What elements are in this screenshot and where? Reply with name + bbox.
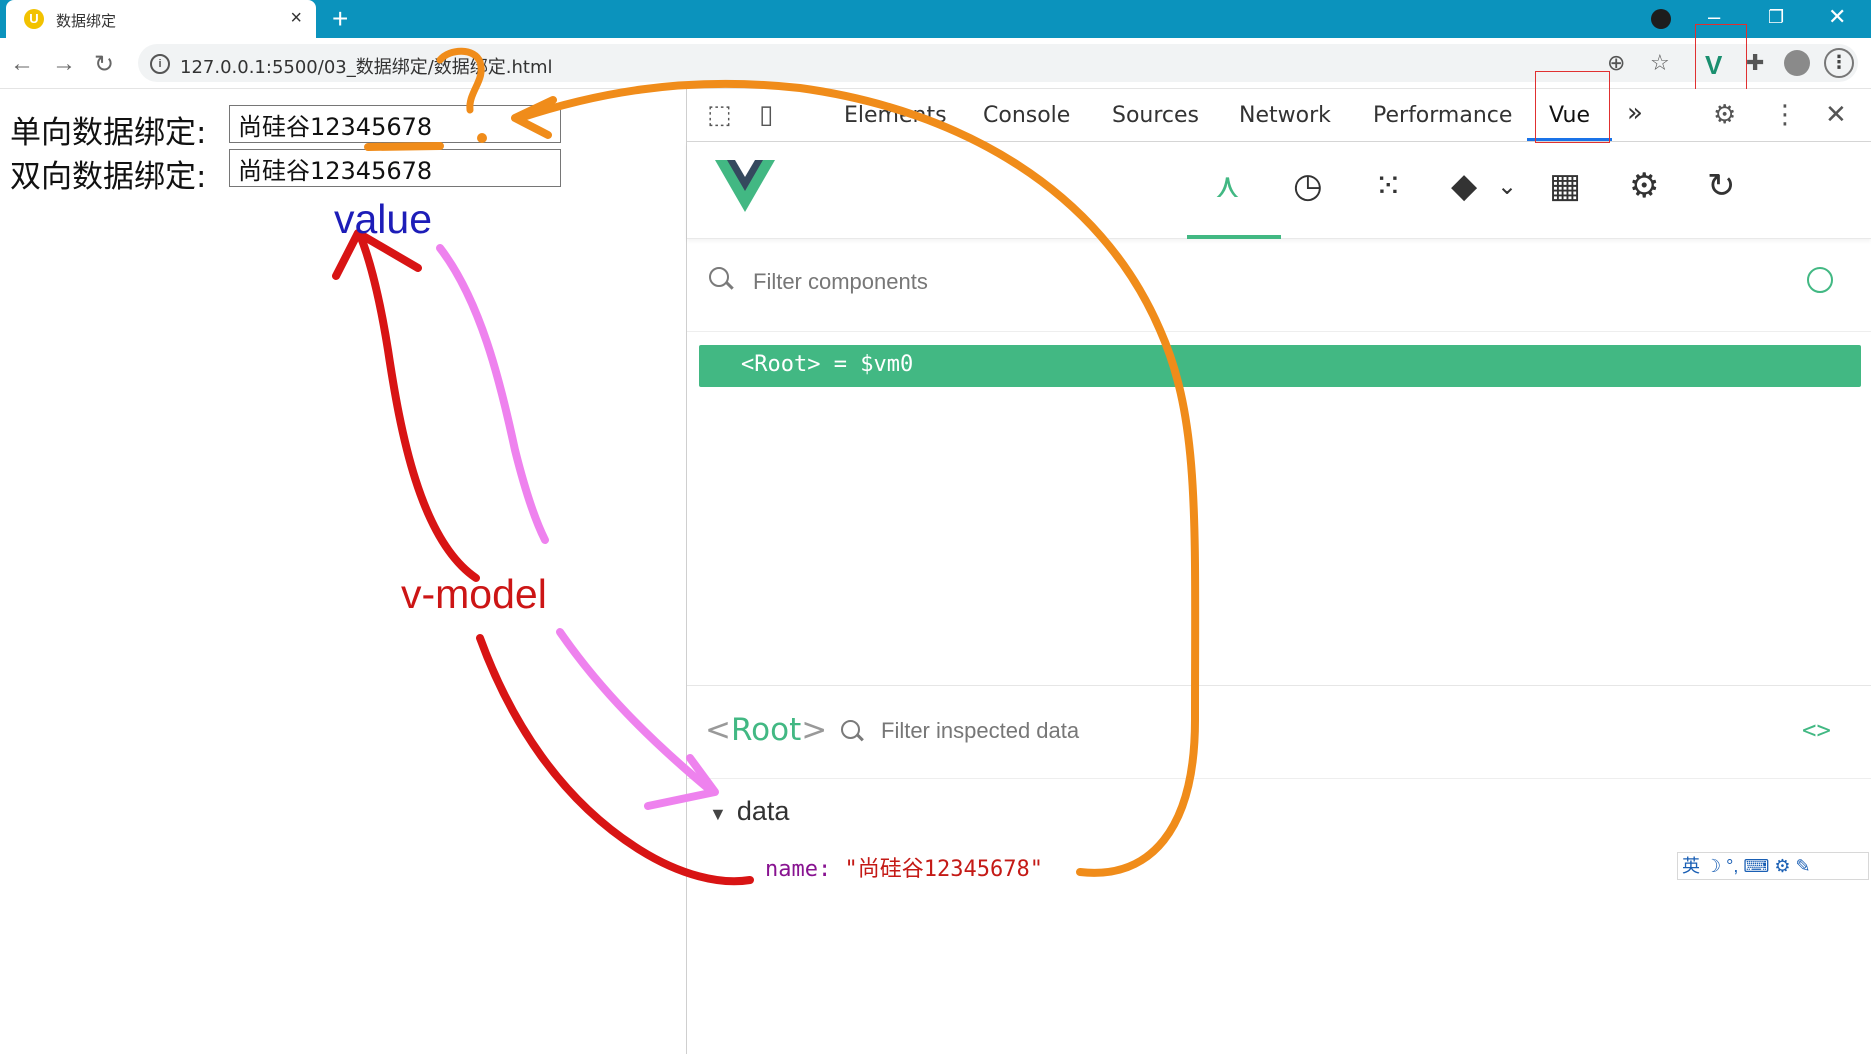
components-tree-icon[interactable]: ⋏ xyxy=(1215,166,1240,206)
root-component-row[interactable]: <Root> = $vm0 xyxy=(699,345,1861,387)
inspected-component-title: <Root> xyxy=(705,712,828,748)
filter-inspected-input[interactable]: Filter inspected data xyxy=(881,718,1079,744)
reload-icon[interactable]: ↻ xyxy=(94,50,114,79)
one-way-binding-input[interactable] xyxy=(229,105,561,143)
vuex-dots-icon[interactable]: ⁙ xyxy=(1374,166,1403,206)
inspector-header: <Root> Filter inspected data <> xyxy=(687,685,1871,779)
data-property-row[interactable]: name: "尚硅谷12345678" xyxy=(765,851,1043,883)
one-way-binding-label: 单向数据绑定: xyxy=(10,115,207,151)
url-text[interactable]: 127.0.0.1:5500/03_数据绑定/数据绑定.html xyxy=(180,53,553,79)
data-section-label: data xyxy=(736,796,790,826)
forward-arrow-icon[interactable]: → xyxy=(52,50,76,78)
two-way-binding-input[interactable] xyxy=(229,149,561,187)
vue-logo-icon xyxy=(715,160,775,212)
data-property-key: name: xyxy=(765,857,832,882)
vue-devtools-toolbar: ⋏ ◷ ⁙ ◆ ⌄ ▦ ⚙ ↻ xyxy=(687,142,1871,239)
timeline-history-icon[interactable]: ◷ xyxy=(1293,166,1323,206)
profile-avatar-icon[interactable] xyxy=(1784,50,1810,76)
browser-menu-icon[interactable]: ⋮ xyxy=(1824,48,1854,78)
data-property-value[interactable]: "尚硅谷12345678" xyxy=(844,857,1042,882)
close-devtools-icon[interactable]: ✕ xyxy=(1825,99,1847,130)
code-toggle-icon[interactable]: <> xyxy=(1802,716,1831,744)
tab-close-button[interactable]: × xyxy=(290,7,302,30)
device-toolbar-icon[interactable]: ▯ xyxy=(759,99,773,130)
extensions-puzzle-icon[interactable]: ✚ xyxy=(1746,50,1764,76)
vue-settings-icon[interactable]: ⚙ xyxy=(1629,166,1659,206)
data-section-toggle[interactable]: ▼ data xyxy=(709,796,789,827)
two-way-binding-label: 双向数据绑定: xyxy=(10,159,207,195)
root-component-label: <Root> = $vm0 xyxy=(741,352,914,377)
window-close-button[interactable]: ✕ xyxy=(1828,2,1846,32)
refresh-icon[interactable]: ↻ xyxy=(1707,166,1736,206)
vue-tab-highlight-box xyxy=(1535,71,1610,143)
inspect-element-icon[interactable]: ⬚ xyxy=(707,99,732,130)
settings-gear-icon[interactable]: ⚙ xyxy=(1713,99,1736,130)
search-icon xyxy=(841,720,860,739)
annotation-value-label: value xyxy=(334,196,433,242)
vue-devtools-extension-icon[interactable]: V xyxy=(1705,50,1722,81)
select-component-target-icon[interactable] xyxy=(1807,267,1833,293)
devtools-tab-bar: ⬚ ▯ Elements Console Sources Network Per… xyxy=(687,71,1871,143)
filter-components-input[interactable]: Filter components xyxy=(753,269,928,295)
bookmark-star-icon[interactable]: ☆ xyxy=(1650,50,1670,76)
tab-performance[interactable]: Performance xyxy=(1373,103,1512,128)
annotation-vmodel-label: v-model xyxy=(401,571,547,617)
search-icon xyxy=(709,267,729,287)
devtools-menu-icon[interactable]: ⋮ xyxy=(1772,99,1798,130)
browser-titlebar: U 数据绑定 × + – ❐ ✕ xyxy=(0,0,1871,38)
more-tabs-button[interactable]: » xyxy=(1627,98,1643,128)
new-tab-button[interactable]: + xyxy=(332,3,348,35)
router-icon[interactable]: ◆ xyxy=(1451,166,1477,206)
ime-toolbar-text: 英 ☽ °, ⌨ ⚙ ✎ xyxy=(1682,856,1811,876)
chevron-down-icon[interactable]: ⌄ xyxy=(1497,172,1517,201)
tab-title: 数据绑定 xyxy=(56,12,117,30)
favicon-icon: U xyxy=(24,9,44,29)
back-arrow-icon[interactable]: ← xyxy=(10,50,34,78)
media-control-icon[interactable] xyxy=(1651,9,1671,29)
tab-elements[interactable]: Elements xyxy=(844,103,947,128)
browser-tab[interactable]: U 数据绑定 × xyxy=(6,0,316,38)
performance-chart-icon[interactable]: ▦ xyxy=(1549,166,1581,206)
tab-network[interactable]: Network xyxy=(1239,103,1331,128)
triangle-down-icon: ▼ xyxy=(709,804,727,824)
ime-toolbar[interactable]: 英 ☽ °, ⌨ ⚙ ✎ xyxy=(1677,852,1869,880)
window-restore-button[interactable]: ❐ xyxy=(1768,2,1784,32)
tab-console[interactable]: Console xyxy=(983,103,1070,128)
filter-components-row: Filter components xyxy=(687,239,1871,332)
site-info-icon[interactable]: i xyxy=(150,54,170,74)
devtools-panel: ⬚ ▯ Elements Console Sources Network Per… xyxy=(687,71,1871,1054)
tab-sources[interactable]: Sources xyxy=(1112,103,1199,128)
